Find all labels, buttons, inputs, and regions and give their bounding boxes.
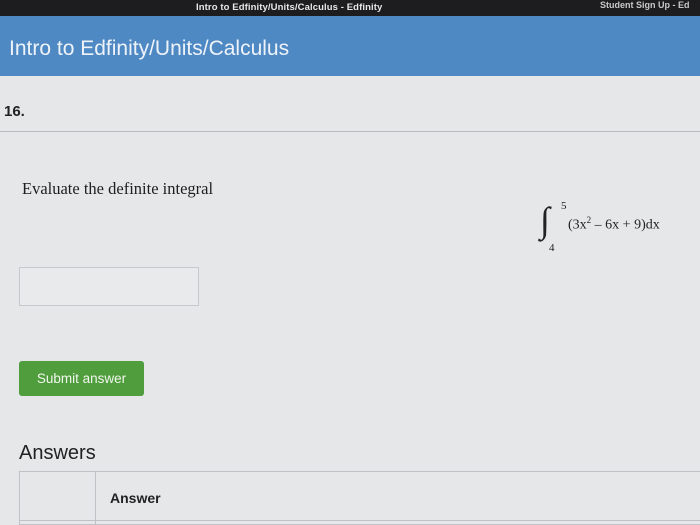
integral-lower-bound: 4 bbox=[549, 242, 555, 254]
answer-input[interactable] bbox=[19, 267, 199, 306]
answer-column-header: Answer bbox=[110, 490, 161, 506]
app-header: Intro to Edfinity/Units/Calculus bbox=[0, 16, 700, 76]
table-row-divider bbox=[20, 520, 700, 521]
student-sign-up-link[interactable]: Student Sign Up - Ed bbox=[600, 0, 690, 10]
integrand-expression: (3x2 – 6x + 9)dx bbox=[568, 215, 660, 234]
question-divider bbox=[0, 131, 700, 132]
definite-integral: ∫ 5 4 (3x2 – 6x + 9)dx bbox=[538, 200, 698, 260]
answers-index-column bbox=[20, 472, 96, 524]
question-prompt: Evaluate the definite integral bbox=[22, 179, 214, 198]
main-content: 16. Evaluate the definite integral ∫ 5 4… bbox=[0, 76, 700, 525]
answers-table: Answer bbox=[19, 471, 700, 525]
integrand-part: – 6x + 9)dx bbox=[591, 217, 660, 233]
page-title: Intro to Edfinity/Units/Calculus bbox=[9, 37, 290, 60]
integrand-part: (3x bbox=[568, 217, 587, 233]
integral-sign-icon: ∫ bbox=[540, 200, 550, 240]
browser-tab-title[interactable]: Intro to Edfinity/Units/Calculus - Edfin… bbox=[196, 2, 382, 13]
question-number: 16. bbox=[4, 103, 25, 120]
submit-answer-button[interactable]: Submit answer bbox=[19, 361, 144, 396]
integral-upper-bound: 5 bbox=[561, 200, 567, 212]
browser-title-bar: Intro to Edfinity/Units/Calculus - Edfin… bbox=[0, 0, 700, 16]
answers-heading: Answers bbox=[19, 442, 96, 464]
